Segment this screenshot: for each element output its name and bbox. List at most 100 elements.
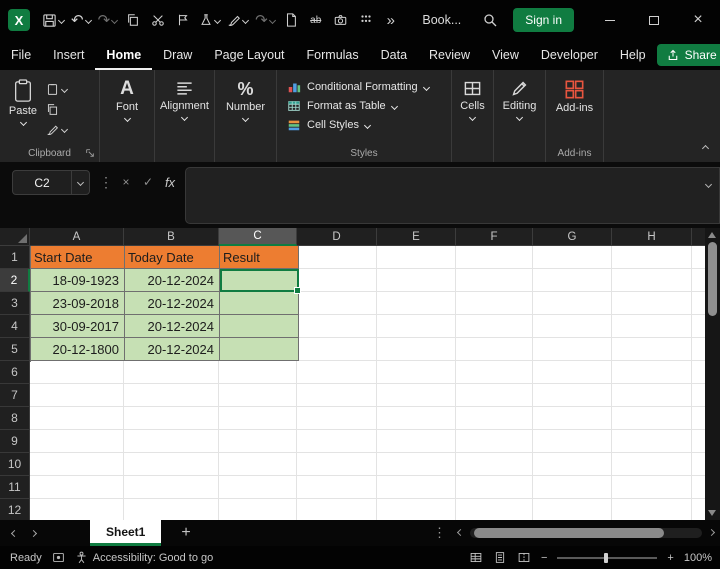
name-box[interactable]: C2 <box>12 170 90 195</box>
select-all-button[interactable] <box>0 228 30 246</box>
cancel-entry-button[interactable]: × <box>116 172 136 192</box>
cell-B2[interactable]: 20-12-2024 <box>125 269 220 292</box>
flag-button[interactable] <box>171 7 195 33</box>
row-header-1[interactable]: 1 <box>0 246 30 269</box>
paste-options-button[interactable] <box>46 81 69 97</box>
tab-page-layout[interactable]: Page Layout <box>203 40 295 70</box>
zoom-out-button[interactable]: − <box>541 552 547 564</box>
scroll-down-icon[interactable] <box>708 510 716 516</box>
cell-C5[interactable] <box>220 338 299 361</box>
row-header-10[interactable]: 10 <box>0 453 30 476</box>
tab-developer[interactable]: Developer <box>530 40 609 70</box>
row-header-2[interactable]: 2 <box>0 269 30 292</box>
formula-input[interactable] <box>185 167 720 224</box>
copy-small-button[interactable] <box>46 101 67 117</box>
column-header-b[interactable]: B <box>124 228 219 246</box>
alignment-button[interactable]: Alignment <box>155 70 214 122</box>
normal-view-icon[interactable] <box>469 551 483 564</box>
row-header-11[interactable]: 11 <box>0 476 30 499</box>
row-header-9[interactable]: 9 <box>0 430 30 453</box>
font-button[interactable]: A Font <box>100 70 154 123</box>
record-macro-icon[interactable] <box>52 551 65 564</box>
row-header-5[interactable]: 5 <box>0 338 30 361</box>
cell-B3[interactable]: 20-12-2024 <box>125 292 220 315</box>
search-button[interactable] <box>475 7 505 33</box>
camera-button[interactable] <box>329 7 353 33</box>
scroll-right-icon[interactable] <box>707 528 716 537</box>
column-header-f[interactable]: F <box>456 228 533 246</box>
row-header-8[interactable]: 8 <box>0 407 30 430</box>
save-button[interactable] <box>39 7 67 33</box>
cell-A2[interactable]: 18-09-1923 <box>31 269 125 292</box>
editing-button[interactable]: Editing <box>494 70 545 122</box>
expand-formula-bar-button[interactable] <box>704 176 713 190</box>
scroll-left-icon[interactable] <box>456 528 465 537</box>
cell-C2-selected[interactable] <box>220 269 301 294</box>
sheet-tab-sheet1[interactable]: Sheet1 <box>90 520 162 546</box>
tab-view[interactable]: View <box>481 40 530 70</box>
copy-button[interactable] <box>121 7 145 33</box>
column-header-c[interactable]: C <box>219 228 297 246</box>
clipboard-dialog-launcher[interactable] <box>85 148 95 158</box>
tab-file[interactable]: File <box>0 40 42 70</box>
cell-A4[interactable]: 30-09-2017 <box>31 315 125 338</box>
cell-styles-button[interactable]: Cell Styles <box>287 118 451 132</box>
repeat-button[interactable]: ↷ <box>252 7 278 33</box>
tab-draw[interactable]: Draw <box>152 40 203 70</box>
cell-A3[interactable]: 23-09-2018 <box>31 292 125 315</box>
vertical-scrollbar-thumb[interactable] <box>707 242 717 316</box>
format-painter-small-button[interactable] <box>46 121 69 137</box>
collapse-ribbon-button[interactable] <box>701 140 710 154</box>
next-sheet-button[interactable] <box>29 529 38 537</box>
row-header-4[interactable]: 4 <box>0 315 30 338</box>
cell-A1[interactable]: Start Date <box>31 246 125 269</box>
cell-B1[interactable]: Today Date <box>125 246 220 269</box>
column-header-e[interactable]: E <box>377 228 456 246</box>
column-header-h[interactable]: H <box>612 228 692 246</box>
undo-button[interactable]: ↶ <box>68 7 94 33</box>
sign-in-button[interactable]: Sign in <box>513 8 574 32</box>
confirm-entry-button[interactable]: ✓ <box>138 172 158 192</box>
zoom-slider-thumb[interactable] <box>604 552 609 563</box>
format-painter-button[interactable] <box>224 7 251 33</box>
horizontal-scrollbar[interactable] <box>452 520 720 546</box>
horizontal-scrollbar-thumb[interactable] <box>474 528 664 538</box>
accessibility-status[interactable]: Accessibility: Good to go <box>75 551 213 564</box>
cell-C1[interactable]: Result <box>220 246 299 269</box>
cell-B4[interactable]: 20-12-2024 <box>125 315 220 338</box>
column-header-a[interactable]: A <box>30 228 124 246</box>
tab-formulas[interactable]: Formulas <box>296 40 370 70</box>
cell-A5[interactable]: 20-12-1800 <box>31 338 125 361</box>
scroll-up-icon[interactable] <box>708 232 716 238</box>
insert-function-button[interactable]: fx <box>160 172 180 192</box>
number-button[interactable]: % Number <box>215 70 276 123</box>
paste-button[interactable]: Paste <box>0 70 46 127</box>
quick-tool-button[interactable] <box>196 7 223 33</box>
add-sheet-button[interactable]: + <box>181 525 190 541</box>
column-header-d[interactable]: D <box>297 228 377 246</box>
format-as-table-button[interactable]: Format as Table <box>287 99 451 113</box>
previous-sheet-button[interactable] <box>10 529 19 537</box>
row-header-6[interactable]: 6 <box>0 361 30 384</box>
addins-button[interactable]: Add-ins <box>546 70 603 114</box>
page-break-view-icon[interactable] <box>517 551 531 564</box>
row-header-3[interactable]: 3 <box>0 292 30 315</box>
cells-button[interactable]: Cells <box>452 70 493 122</box>
row-header-12[interactable]: 12 <box>0 499 30 520</box>
horizontal-scrollbar-track[interactable] <box>470 528 702 538</box>
share-button[interactable]: Share <box>656 44 720 66</box>
redo-button[interactable]: ↷ <box>95 7 121 33</box>
zoom-in-button[interactable]: + <box>667 552 673 564</box>
close-button[interactable]: × <box>676 0 720 40</box>
new-file-button[interactable] <box>279 7 303 33</box>
vertical-scrollbar[interactable] <box>705 228 720 520</box>
cell-C3[interactable] <box>220 292 299 315</box>
tab-data[interactable]: Data <box>370 40 418 70</box>
tab-insert[interactable]: Insert <box>42 40 95 70</box>
minimize-button[interactable] <box>588 0 632 40</box>
draw-grid-button[interactable] <box>354 7 378 33</box>
page-layout-view-icon[interactable] <box>493 551 507 564</box>
cell-C4[interactable] <box>220 315 299 338</box>
more-commands-button[interactable]: » <box>379 7 403 33</box>
maximize-button[interactable] <box>632 0 676 40</box>
